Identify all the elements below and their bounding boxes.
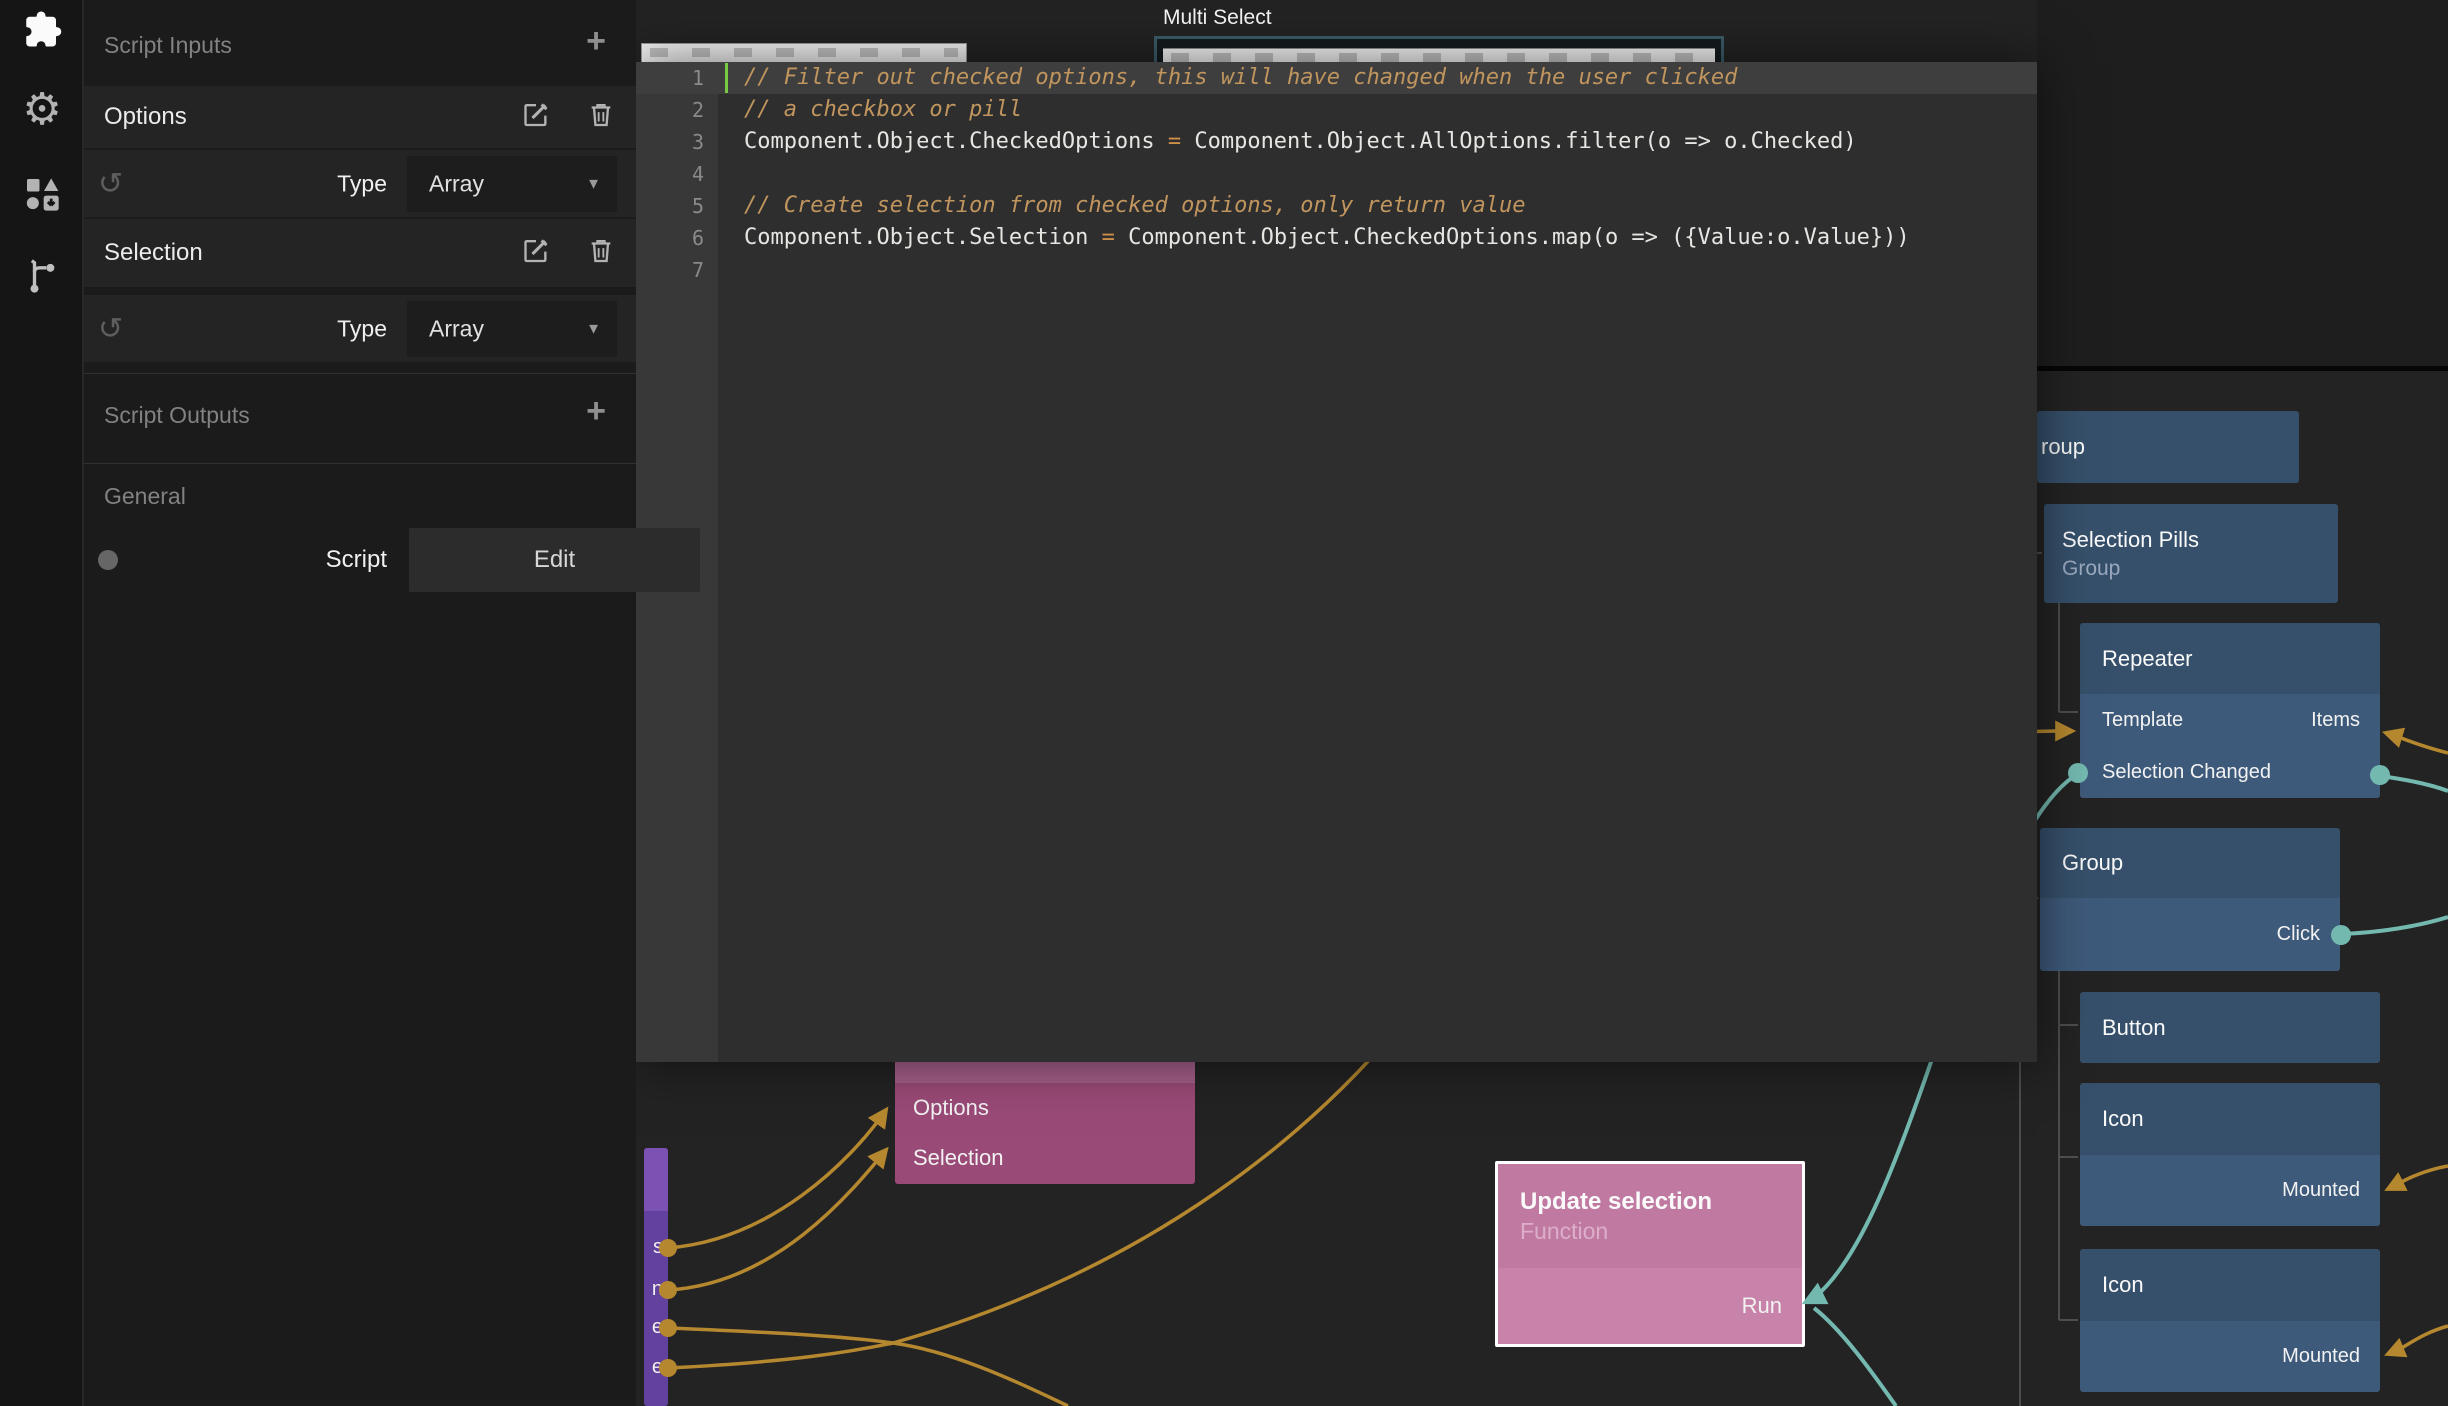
rename-icon[interactable]: [522, 101, 550, 134]
script-property-label: Script: [284, 546, 387, 574]
line-number: 4: [636, 158, 718, 190]
code-line[interactable]: [718, 254, 2037, 286]
line-number: 1: [636, 62, 718, 94]
code-line[interactable]: // Create selection from checked options…: [718, 190, 2037, 222]
port-selection[interactable]: Selection: [895, 1145, 1004, 1171]
type-row-selection: ↺ Type Array ▼: [84, 295, 636, 362]
node-button[interactable]: Button: [2080, 992, 2380, 1063]
port-items[interactable]: Items: [2311, 709, 2380, 732]
type-label: Type: [294, 170, 387, 197]
port-fragment: s: [653, 1236, 663, 1259]
port-fragment: e: [652, 1316, 663, 1339]
node-options-selection[interactable]: Options Selection: [895, 1059, 1195, 1184]
port-template[interactable]: Template: [2080, 709, 2183, 732]
section-script-outputs: Script Outputs: [104, 402, 250, 429]
input-row-selection[interactable]: Selection: [84, 219, 636, 287]
type-dropdown-options[interactable]: Array ▼: [407, 156, 617, 212]
text-cursor: [725, 63, 728, 93]
tool-sidebar: ⚙: [0, 0, 84, 1406]
code-line[interactable]: Component.Object.CheckedOptions = Compon…: [718, 126, 2037, 158]
node-update-selection[interactable]: Update selection Function Run: [1495, 1161, 1805, 1347]
chevron-down-icon: ▼: [586, 176, 601, 193]
line-number: 6: [636, 222, 718, 254]
version-control-branch-icon[interactable]: [0, 256, 84, 298]
input-name: Selection: [104, 239, 203, 267]
code-line[interactable]: [718, 158, 2037, 190]
component-preview: [641, 43, 967, 62]
node-subtitle: Group: [2062, 557, 2338, 581]
line-number: 3: [636, 126, 718, 158]
code-text[interactable]: // Filter out checked options, this will…: [718, 62, 2037, 286]
code-line[interactable]: Component.Object.Selection = Component.O…: [718, 222, 2037, 254]
dropdown-value: Array: [429, 171, 484, 198]
divider: [84, 373, 636, 374]
port-click[interactable]: Click: [2277, 923, 2340, 946]
node-title: Repeater: [2102, 646, 2380, 672]
port-selection-changed[interactable]: Selection Changed: [2080, 761, 2271, 784]
node-icon-1[interactable]: Icon Mounted: [2080, 1083, 2380, 1226]
multi-select-node-preview[interactable]: [1154, 36, 1724, 62]
node-title: Selection Pills: [2062, 527, 2338, 553]
components-library-icon[interactable]: [0, 174, 84, 214]
input-row-options[interactable]: Options: [84, 86, 636, 148]
type-row-options: ↺ Type Array ▼: [84, 150, 636, 217]
node-title: Update selection: [1520, 1188, 1802, 1216]
node-selection-pills[interactable]: Selection Pills Group: [2044, 504, 2338, 603]
dropdown-value: Array: [429, 316, 484, 343]
port-mounted[interactable]: Mounted: [2282, 1179, 2380, 1202]
settings-gear-icon[interactable]: ⚙: [0, 88, 84, 132]
script-port-dot: [98, 550, 118, 570]
node-title: Icon: [2102, 1272, 2380, 1298]
node-title: roup: [2041, 434, 2299, 460]
node-script-clipped[interactable]: s n e e: [644, 1148, 668, 1406]
script-code-editor[interactable]: 1234567 // Filter out checked options, t…: [636, 62, 2037, 1062]
section-script-inputs: Script Inputs: [104, 32, 232, 59]
divider: [84, 463, 636, 464]
edit-script-button[interactable]: Edit: [409, 528, 700, 592]
delete-icon[interactable]: [588, 101, 614, 134]
code-line[interactable]: // a checkbox or pill: [718, 94, 2037, 126]
section-general: General: [104, 483, 186, 510]
input-name: Options: [104, 103, 187, 131]
chevron-down-icon: ▼: [586, 321, 601, 338]
add-script-output-button[interactable]: +: [576, 392, 616, 431]
code-line[interactable]: // Filter out checked options, this will…: [718, 62, 2037, 94]
node-group[interactable]: Group Click: [2040, 828, 2340, 971]
rename-icon[interactable]: [522, 237, 550, 270]
type-dropdown-selection[interactable]: Array ▼: [407, 301, 617, 357]
reset-icon[interactable]: ↺: [98, 166, 123, 201]
port-fragment: n: [652, 1278, 663, 1301]
line-number: 2: [636, 94, 718, 126]
node-title: Group: [2062, 850, 2340, 876]
port-fragment: e: [652, 1356, 663, 1379]
node-title: Button: [2102, 1015, 2380, 1041]
port-options[interactable]: Options: [895, 1095, 989, 1121]
properties-panel: Script Inputs + Options ↺ Type Arr: [84, 0, 636, 1406]
node-repeater[interactable]: Repeater Template Items Selection Change…: [2080, 623, 2380, 798]
components-tab-puzzle-icon[interactable]: [0, 8, 84, 50]
line-number: 5: [636, 190, 718, 222]
reset-icon[interactable]: ↺: [98, 311, 123, 346]
port-mounted[interactable]: Mounted: [2282, 1345, 2380, 1368]
type-label: Type: [294, 315, 387, 342]
add-script-input-button[interactable]: +: [576, 22, 616, 61]
port-run[interactable]: Run: [1742, 1293, 1802, 1319]
app-window: roup Selection Pills Group Repeater Temp…: [0, 0, 2448, 1406]
node-group-top[interactable]: roup: [2037, 411, 2299, 483]
node-icon-2[interactable]: Icon Mounted: [2080, 1249, 2380, 1392]
line-number: 7: [636, 254, 718, 286]
delete-icon[interactable]: [588, 237, 614, 270]
multi-select-node-label: Multi Select: [1163, 6, 1272, 30]
node-title: Icon: [2102, 1106, 2380, 1132]
node-subtitle: Function: [1520, 1218, 1802, 1245]
